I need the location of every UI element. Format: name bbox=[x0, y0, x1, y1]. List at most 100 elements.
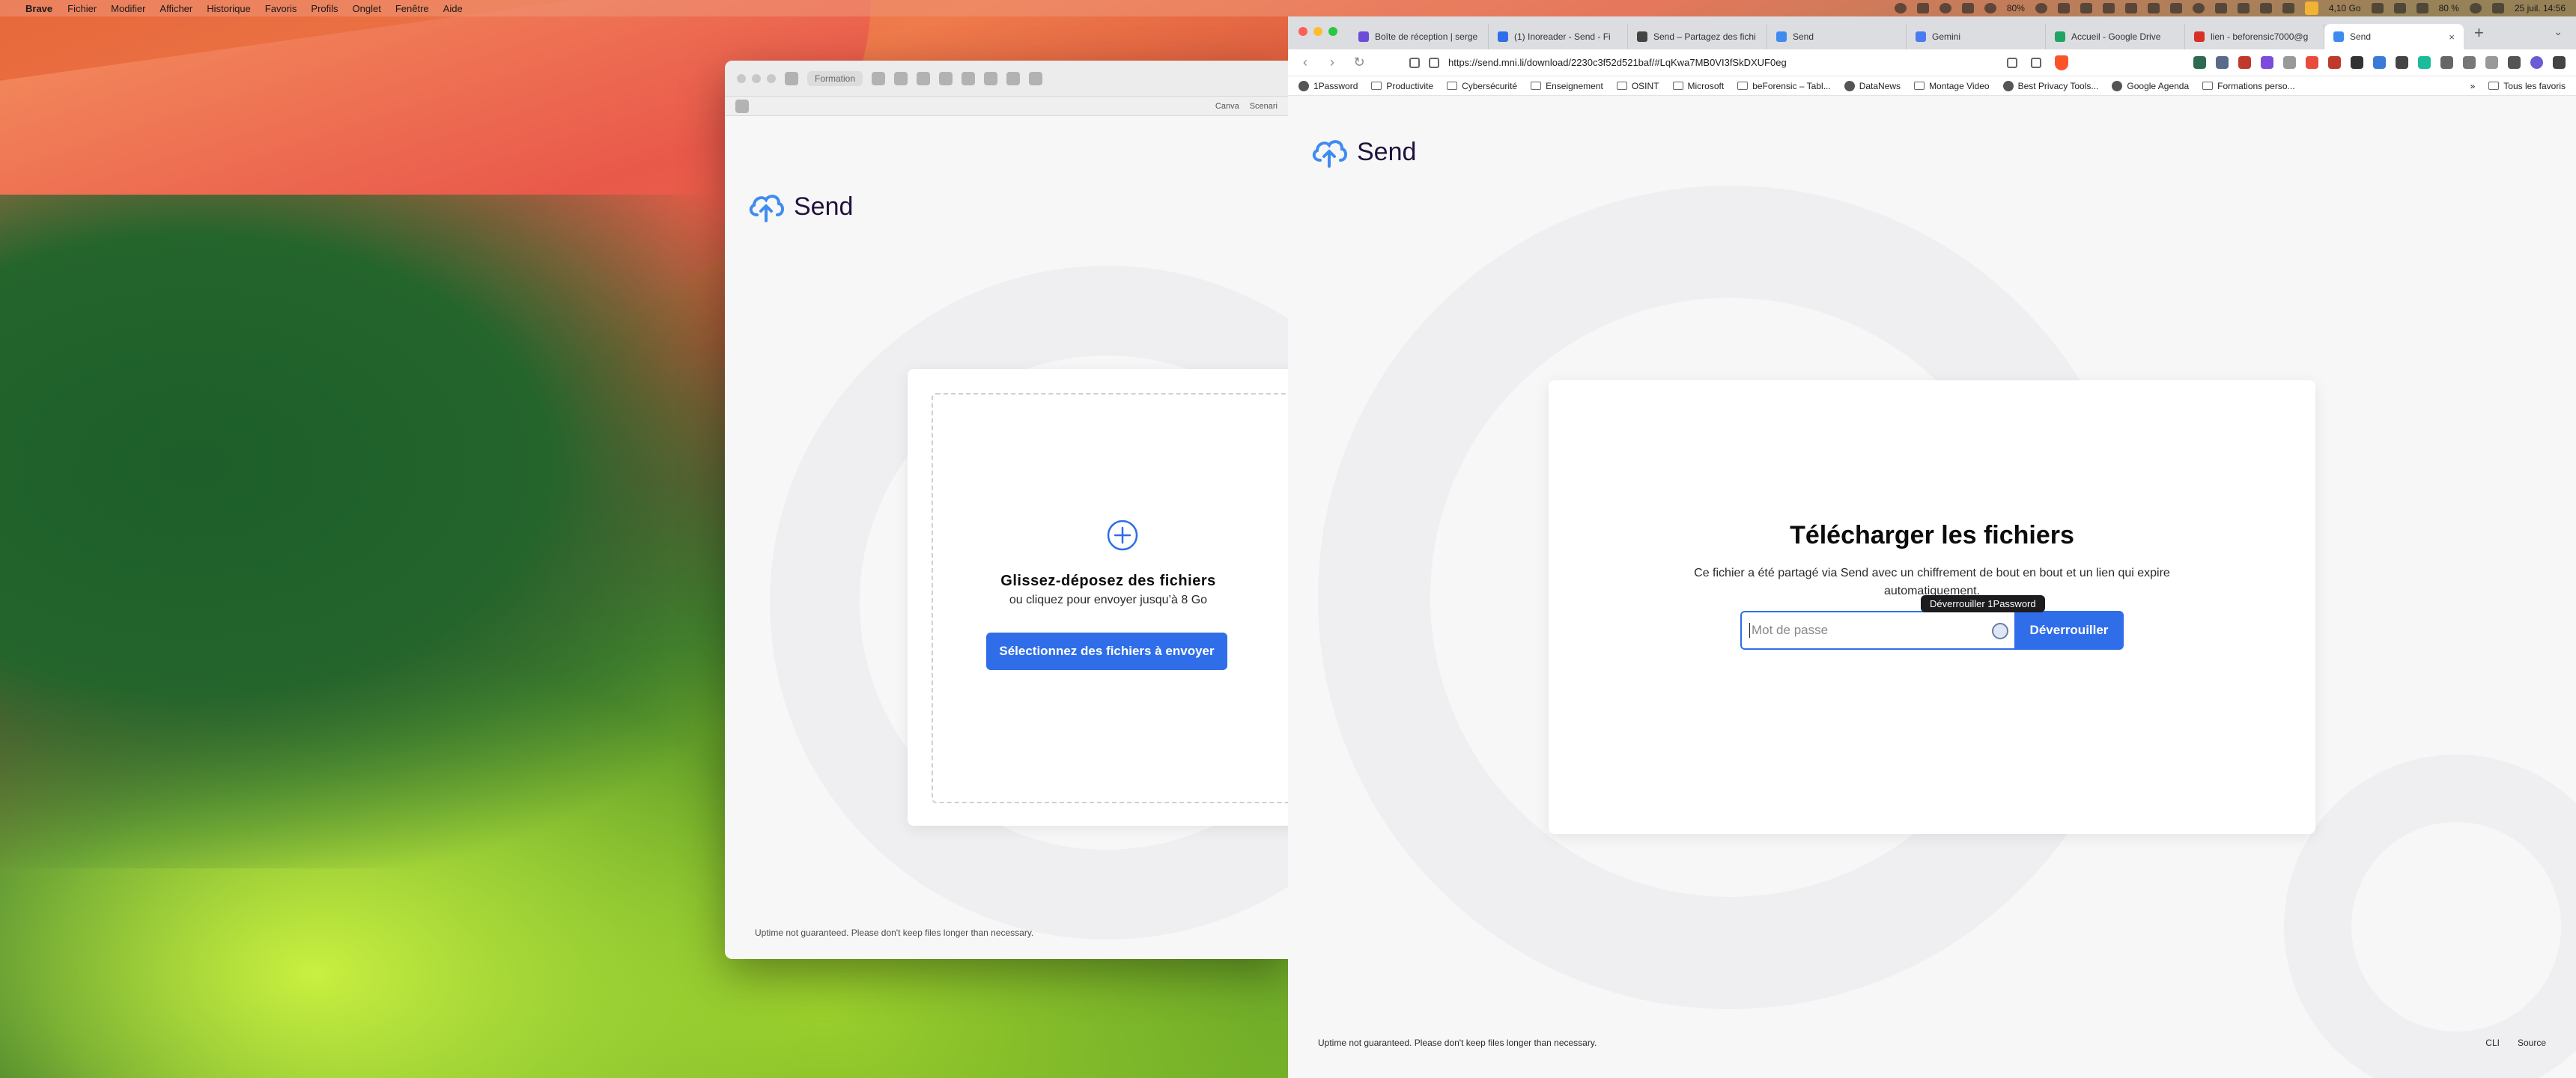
browser-tab[interactable]: Accueil - Google Drive bbox=[2046, 24, 2185, 49]
site-info-icon[interactable] bbox=[1429, 57, 1439, 68]
close-button[interactable] bbox=[1298, 27, 1307, 36]
control-center-icon[interactable] bbox=[2491, 3, 2504, 13]
upload-card[interactable]: Glissez-déposez des fichiers ou cliquez … bbox=[908, 369, 1288, 826]
clock[interactable]: 25 juil. 14:56 bbox=[2515, 3, 2566, 13]
sidebar-icon[interactable] bbox=[2508, 56, 2521, 69]
extension-icon[interactable] bbox=[2261, 56, 2273, 69]
send-logo[interactable]: Send bbox=[1310, 136, 1416, 168]
extension-icon[interactable] bbox=[2216, 56, 2229, 69]
record-icon[interactable] bbox=[1939, 3, 1951, 13]
extension-icon[interactable] bbox=[2193, 56, 2206, 69]
add-file-icon[interactable] bbox=[1106, 519, 1139, 552]
battery-icon[interactable] bbox=[2416, 3, 2428, 13]
status-icon[interactable] bbox=[2080, 3, 2092, 13]
extension-icon[interactable] bbox=[2373, 56, 2386, 69]
select-files-button[interactable]: Sélectionnez des fichiers à envoyer bbox=[986, 633, 1227, 670]
extension-icon[interactable] bbox=[2283, 56, 2296, 69]
password-input[interactable]: Mot de passe bbox=[1740, 611, 2014, 650]
status-icon[interactable] bbox=[2147, 3, 2160, 13]
url-text[interactable]: https://send.mni.li/download/2230c3f52d5… bbox=[1448, 57, 1787, 68]
disk-readout[interactable]: 4,10 Go bbox=[2329, 3, 2361, 13]
status-icon[interactable] bbox=[2259, 3, 2272, 13]
extension-icon[interactable] bbox=[984, 71, 998, 85]
sidebar-icon[interactable] bbox=[785, 71, 798, 85]
tab-close-icon[interactable]: × bbox=[2449, 31, 2455, 43]
tab-group-selector[interactable]: Formation bbox=[807, 70, 863, 86]
search-icon[interactable] bbox=[1894, 3, 1907, 13]
status-icon[interactable] bbox=[2371, 3, 2384, 13]
footer-link-cli[interactable]: CLI bbox=[2485, 1038, 2500, 1048]
status-icon[interactable] bbox=[2282, 3, 2294, 13]
unlock-button[interactable]: Déverrouiller bbox=[2014, 611, 2124, 650]
bookmark-item[interactable]: DataNews bbox=[1844, 80, 1901, 91]
minimize-button[interactable] bbox=[1313, 27, 1322, 36]
all-bookmarks[interactable]: Tous les favoris bbox=[2488, 81, 2566, 91]
extension-icon[interactable] bbox=[2440, 56, 2453, 69]
menu-app-name[interactable]: Brave bbox=[25, 3, 52, 14]
extension-icon[interactable] bbox=[1006, 71, 1021, 85]
favorite-scenari[interactable]: Scenari bbox=[1250, 102, 1278, 111]
profile-avatar[interactable] bbox=[2530, 56, 2543, 69]
extension-icon[interactable] bbox=[1029, 71, 1043, 85]
send-logo[interactable]: Send bbox=[747, 191, 853, 222]
bookmark-item[interactable]: 1Password bbox=[1298, 80, 1358, 91]
status-icon[interactable] bbox=[1916, 3, 1929, 13]
status-icon[interactable] bbox=[2393, 3, 2406, 13]
status-icon[interactable] bbox=[2192, 3, 2205, 13]
status-icon[interactable] bbox=[2214, 3, 2227, 13]
cpu-readout[interactable]: 80% bbox=[2007, 3, 2025, 13]
extension-icon[interactable] bbox=[2418, 56, 2431, 69]
menu-fenetre[interactable]: Fenêtre bbox=[395, 3, 429, 14]
status-icon[interactable] bbox=[2102, 3, 2115, 13]
bookmark-item[interactable]: OSINT bbox=[1616, 81, 1659, 91]
favorite-canva[interactable]: Canva bbox=[1215, 102, 1239, 111]
extension-icon[interactable] bbox=[962, 71, 976, 85]
cloud-icon[interactable] bbox=[2124, 3, 2137, 13]
battery-readout[interactable]: 80 % bbox=[2439, 3, 2459, 13]
minimize-button[interactable] bbox=[752, 73, 761, 83]
status-icon[interactable] bbox=[1984, 3, 1996, 13]
zoom-button[interactable] bbox=[1328, 27, 1337, 36]
zoom-button[interactable] bbox=[767, 73, 776, 83]
forward-icon[interactable] bbox=[894, 71, 908, 85]
status-icon[interactable] bbox=[2035, 3, 2047, 13]
bookmark-item[interactable]: beForensic – Tabl... bbox=[1737, 81, 1831, 91]
bookmarks-overflow-icon[interactable]: » bbox=[2470, 81, 2476, 91]
menu-favoris[interactable]: Favoris bbox=[265, 3, 297, 14]
browser-tab[interactable]: Gemini bbox=[1907, 24, 2046, 49]
extension-icon[interactable] bbox=[2328, 56, 2341, 69]
bookmark-item[interactable]: Enseignement bbox=[1531, 81, 1603, 91]
footer-link-source[interactable]: Source bbox=[2518, 1038, 2546, 1048]
menu-fichier[interactable]: Fichier bbox=[67, 3, 97, 14]
bookmark-item[interactable]: Microsoft bbox=[1672, 81, 1724, 91]
menu-afficher[interactable]: Afficher bbox=[160, 3, 192, 14]
wallet-icon[interactable] bbox=[2485, 56, 2498, 69]
extension-icon[interactable] bbox=[2351, 56, 2363, 69]
back-icon[interactable] bbox=[872, 71, 886, 85]
extension-icon[interactable] bbox=[917, 71, 931, 85]
menu-historique[interactable]: Historique bbox=[207, 3, 251, 14]
back-icon[interactable]: ‹ bbox=[1298, 55, 1312, 70]
extension-icon[interactable] bbox=[939, 71, 953, 85]
wifi-icon[interactable] bbox=[2469, 3, 2482, 13]
extension-icon[interactable] bbox=[2238, 56, 2251, 69]
share-icon[interactable] bbox=[2031, 57, 2041, 68]
bookmark-icon[interactable] bbox=[1409, 57, 1420, 68]
bookmark-item[interactable]: Cybersécurité bbox=[1447, 81, 1517, 91]
forward-icon[interactable]: › bbox=[1325, 55, 1339, 70]
close-button[interactable] bbox=[737, 73, 746, 83]
bookmark-item[interactable]: Google Agenda bbox=[2112, 80, 2189, 91]
bookmark-item[interactable]: Montage Video bbox=[1914, 81, 1990, 91]
browser-tab[interactable]: Send bbox=[1767, 24, 1907, 49]
new-tab-button[interactable]: + bbox=[2474, 23, 2484, 43]
status-icon[interactable] bbox=[2057, 3, 2070, 13]
extension-icon[interactable] bbox=[2306, 56, 2318, 69]
reload-icon[interactable]: ↻ bbox=[1352, 55, 1366, 70]
grid-icon[interactable] bbox=[735, 99, 749, 113]
browser-tab[interactable]: Send × bbox=[2324, 24, 2464, 49]
tab-search-icon[interactable]: ⌄ bbox=[2554, 25, 2563, 38]
microphone-icon[interactable] bbox=[2304, 1, 2318, 15]
browser-tab[interactable]: (1) Inoreader - Send - Fi bbox=[1489, 24, 1628, 49]
address-bar[interactable]: https://send.mni.li/download/2230c3f52d5… bbox=[1379, 52, 1993, 73]
menu-aide[interactable]: Aide bbox=[443, 3, 463, 14]
